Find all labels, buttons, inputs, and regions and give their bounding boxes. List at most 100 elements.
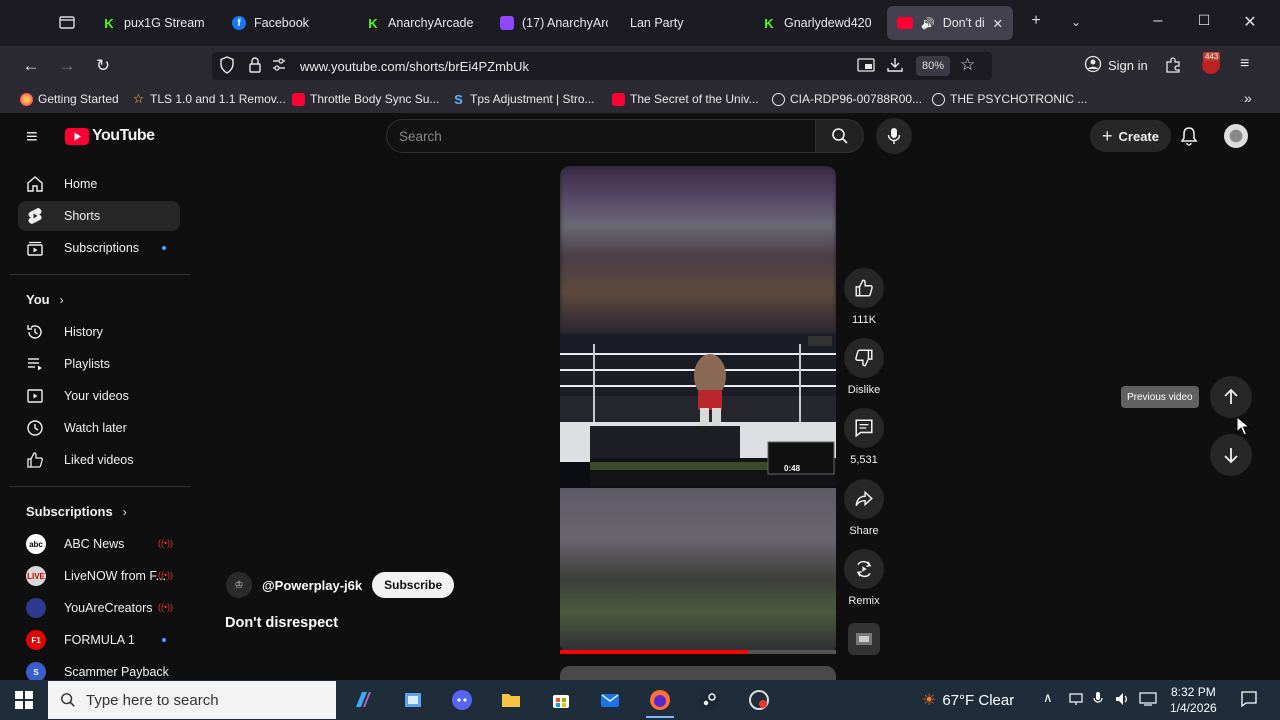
sign-in-button[interactable]: Sign in: [1084, 55, 1148, 76]
sidebar-item-shorts[interactable]: Shorts: [18, 201, 180, 231]
taskbar-clock[interactable]: 8:32 PM 1/4/2026: [1170, 684, 1217, 716]
account-icon: [1084, 55, 1102, 76]
site-s-icon: S: [454, 91, 463, 107]
bookmark-item[interactable]: The Secret of the Univ...: [612, 92, 759, 106]
sidebar-item-subscriptions[interactable]: Subscriptions: [18, 233, 180, 263]
bookmark-item[interactable]: S Tps Adjustment | Stro...: [452, 91, 594, 107]
sidebar-item-home[interactable]: Home: [18, 169, 180, 199]
copilot-icon[interactable]: [351, 688, 375, 712]
search-input[interactable]: [386, 119, 816, 153]
weather-widget[interactable]: ☀ 67°F Clear: [922, 690, 1014, 710]
sidebar-item-your-videos[interactable]: Your videos: [18, 381, 180, 411]
notifications-bell-icon[interactable]: [1180, 126, 1198, 151]
youtube-logo[interactable]: YouTube: [65, 127, 155, 145]
tracking-shield-icon[interactable]: [219, 56, 235, 79]
search-button[interactable]: [816, 119, 864, 153]
sidebar-item-watch-later[interactable]: Watch later: [18, 413, 180, 443]
windows-start-icon[interactable]: [12, 688, 36, 712]
extensions-icon[interactable]: [1164, 56, 1182, 79]
notification-center-icon[interactable]: [1240, 690, 1258, 713]
bookmark-item[interactable]: Getting Started: [20, 92, 119, 106]
picture-in-picture-icon[interactable]: [857, 57, 875, 78]
share-button[interactable]: Share: [842, 479, 886, 537]
tab-list-chevron-icon[interactable]: ⌄: [1066, 15, 1086, 29]
voice-search-button[interactable]: [876, 118, 912, 154]
display-icon[interactable]: [1139, 692, 1157, 711]
channel-avatar[interactable]: ♔: [226, 572, 252, 598]
close-tab-icon[interactable]: ✕: [993, 16, 1003, 31]
file-app-icon[interactable]: [401, 688, 425, 712]
channel-avatar: [26, 598, 46, 618]
maximize-icon[interactable]: ☐: [1194, 12, 1214, 29]
steam-icon[interactable]: [697, 688, 721, 712]
short-video-player[interactable]: 0:48: [560, 166, 836, 654]
create-button[interactable]: + Create: [1090, 120, 1171, 152]
video-progress-bar[interactable]: [560, 650, 836, 654]
comments-button[interactable]: 5,531: [842, 408, 886, 466]
recording-app-icon[interactable]: [747, 688, 771, 712]
sidebar-item-liked-videos[interactable]: Liked videos: [18, 445, 180, 475]
sidebar-subscriptions-header[interactable]: Subscriptions ›: [26, 504, 127, 519]
globe-icon: [772, 92, 785, 106]
mail-app-icon[interactable]: [598, 688, 622, 712]
bookmark-item[interactable]: THE PSYCHOTRONIC ...: [932, 92, 1087, 106]
show-hidden-icons-chevron-icon[interactable]: ∧: [1043, 690, 1053, 706]
browser-tab[interactable]: Kpux1G Stream - \: [92, 6, 218, 40]
minimize-icon[interactable]: –: [1148, 12, 1168, 30]
sidebar-channel-scammer-payback[interactable]: S Scammer Payback: [18, 657, 180, 680]
sidebar-channel-livenow[interactable]: LIVE LiveNOW from F...: [18, 561, 180, 591]
reload-icon[interactable]: ↻: [91, 54, 115, 78]
tab-audio-playing-icon[interactable]: 🔊: [921, 17, 935, 30]
lock-icon[interactable]: [248, 56, 262, 79]
speaker-icon[interactable]: [1114, 691, 1130, 712]
back-icon[interactable]: ←: [19, 54, 43, 78]
avatar[interactable]: [1224, 124, 1248, 148]
chevron-right-icon: ›: [59, 292, 64, 307]
tab-label: (17) AnarchyArca: [522, 16, 608, 30]
zoom-level[interactable]: 80%: [916, 56, 951, 76]
browser-tab[interactable]: Lan Party: [620, 6, 730, 40]
browser-tab[interactable]: f Facebook: [222, 6, 354, 40]
sidebar-you-header[interactable]: You ›: [26, 292, 64, 307]
microsoft-store-icon[interactable]: [549, 688, 573, 712]
subscriptions-icon: [26, 239, 44, 257]
url-text[interactable]: www.youtube.com/shorts/brEi4PZmbUk: [300, 59, 529, 74]
sound-thumbnail[interactable]: [848, 623, 880, 655]
download-icon[interactable]: [886, 56, 904, 79]
sidebar-channel-abc-news[interactable]: abc ABC News: [18, 529, 180, 559]
browser-tab[interactable]: (17) AnarchyArca: [490, 6, 618, 40]
network-icon[interactable]: [1069, 692, 1083, 711]
more-bookmarks-chevron-icon[interactable]: »: [1244, 90, 1252, 106]
sidebar-channel-youarecreators[interactable]: YouAreCreators: [18, 593, 180, 623]
sidebar-item-history[interactable]: History: [18, 317, 180, 347]
tab-overview-icon[interactable]: [58, 13, 78, 33]
remix-button[interactable]: Remix: [842, 549, 886, 607]
sidebar-channel-formula-1[interactable]: F1 FORMULA 1: [18, 625, 180, 655]
subscribe-button[interactable]: Subscribe: [372, 572, 455, 598]
browser-tab[interactable]: K AnarchyArcade S: [356, 6, 486, 40]
microphone-icon[interactable]: [1093, 691, 1103, 712]
close-window-icon[interactable]: ✕: [1240, 12, 1260, 32]
previous-video-button[interactable]: [1210, 376, 1252, 418]
search-icon: [831, 128, 848, 144]
bookmark-item[interactable]: Throttle Body Sync Su...: [292, 92, 439, 106]
menu-hamburger-icon[interactable]: ≡: [1240, 55, 1249, 73]
bookmark-item[interactable]: ☆ TLS 1.0 and 1.1 Remov...: [132, 91, 286, 106]
permissions-icon[interactable]: [271, 56, 287, 79]
channel-name[interactable]: @Powerplay-j6k: [262, 578, 362, 593]
file-explorer-icon[interactable]: [499, 688, 523, 712]
dislike-button[interactable]: Dislike: [842, 338, 886, 396]
like-button[interactable]: 111K: [842, 268, 886, 326]
browser-tab[interactable]: 🔊 Don't dis ✕: [887, 6, 1013, 40]
guide-menu-icon[interactable]: ≡: [26, 126, 38, 149]
channel-label: YouAreCreators: [64, 601, 153, 615]
discord-icon[interactable]: [450, 688, 474, 712]
browser-tab[interactable]: K Gnarlydewd420 S: [752, 6, 882, 40]
bookmark-star-icon[interactable]: ☆: [960, 55, 975, 75]
sidebar-item-playlists[interactable]: Playlists: [18, 349, 180, 379]
bookmark-item[interactable]: CIA-RDP96-00788R00...: [772, 92, 922, 106]
new-tab-icon[interactable]: +: [1026, 12, 1046, 30]
firefox-icon[interactable]: [648, 688, 672, 712]
taskbar-search-input[interactable]: Type here to search: [48, 681, 336, 719]
forward-icon[interactable]: →: [55, 54, 79, 78]
